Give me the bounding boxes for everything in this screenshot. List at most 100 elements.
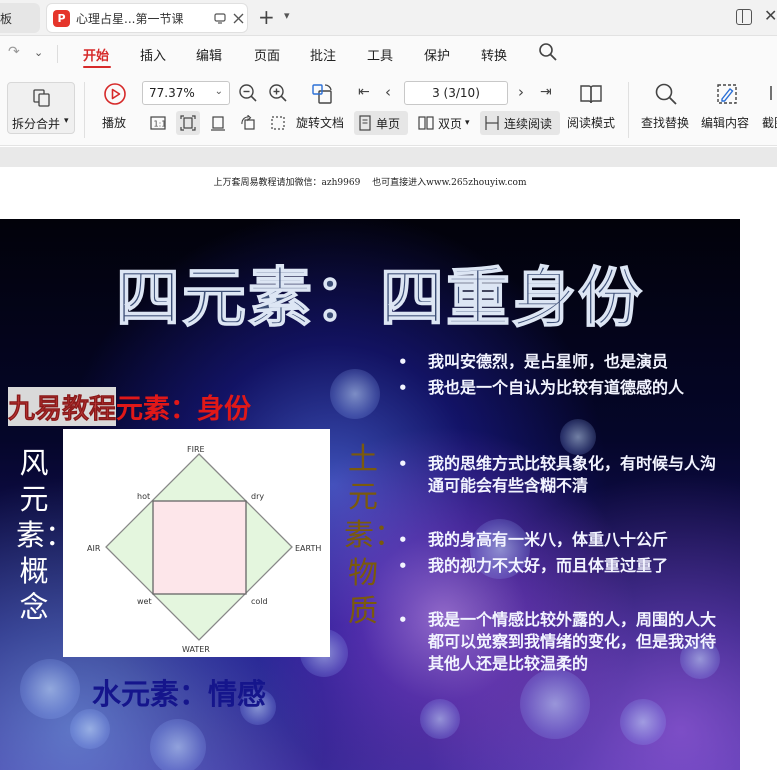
window-close-icon[interactable]: ✕ <box>764 6 777 25</box>
menu-item-page[interactable]: 页面 <box>254 45 280 64</box>
new-tab-plus-icon[interactable]: + <box>258 7 275 27</box>
bokeh-light <box>420 699 460 739</box>
single-page-button[interactable]: 单页 <box>354 111 408 135</box>
document-viewport[interactable]: 上万套周易教程请加微信：azh9969 也可直接进入www.265zhouyiw… <box>0 147 777 770</box>
find-replace-button[interactable]: 查找替换 <box>640 80 692 136</box>
menu-item-tools[interactable]: 工具 <box>367 45 393 64</box>
zoom-in-icon[interactable] <box>268 83 288 103</box>
double-page-chevron-down-icon: ▾ <box>465 118 470 128</box>
actual-size-button[interactable]: 1:1 <box>146 111 170 135</box>
menu-item-protect[interactable]: 保护 <box>424 45 450 64</box>
bullet-item: 我的思维方式比较具象化，有时候与人沟通可能会有些含糊不清 <box>396 453 716 497</box>
screenshot-label: 截图 <box>762 116 777 130</box>
previous-page-icon[interactable]: ‹ <box>385 83 391 101</box>
svg-text:1:1: 1:1 <box>154 120 167 129</box>
edit-content-icon <box>717 84 737 104</box>
four-elements-diagram: FIRE WATER AIR EARTH hot dry wet cold <box>63 429 330 657</box>
select-region-icon <box>271 116 285 130</box>
bullet-item: 我是一个情感比较外露的人，周围的人大都可以觉察到我情绪的变化，但是我对待其他人还… <box>396 609 716 675</box>
scissors-icon <box>770 86 772 100</box>
rotate-page-button[interactable] <box>236 111 260 135</box>
play-icon <box>104 83 126 105</box>
menu-item-annotate[interactable]: 批注 <box>310 45 336 64</box>
menu-divider <box>57 45 58 63</box>
tab-minimize-icon[interactable] <box>211 9 229 27</box>
rotate-icon <box>241 115 255 130</box>
single-page-icon <box>359 115 371 131</box>
single-page-label: 单页 <box>376 116 401 131</box>
menu-bar: ↷ ⌄ 开始 插入 编辑 页面 批注 工具 保护 转换 <box>0 36 777 70</box>
double-page-button[interactable]: 双页 ▾ <box>414 111 478 135</box>
screenshot-button[interactable]: 截图 <box>762 80 777 136</box>
qualities-square <box>152 500 247 595</box>
tab-previous-document[interactable]: 板 <box>0 3 40 33</box>
slide: 四元素：四重身份 九易教程元素：身份 风元素：概念 土元素：物质 水元素：情感 … <box>0 219 740 770</box>
fire-heading-text: 元素：身份 <box>116 394 251 425</box>
air-element-heading: 风元素：概念 <box>16 446 75 624</box>
diagram-label-wet: wet <box>137 597 152 606</box>
fit-width-button[interactable] <box>206 111 230 135</box>
page-number-input[interactable]: 3 (3/10) <box>404 81 508 105</box>
fit-page-icon <box>180 115 196 131</box>
menu-item-edit[interactable]: 编辑 <box>196 45 222 64</box>
diagram-label-hot: hot <box>137 492 150 501</box>
search-icon[interactable] <box>538 42 558 62</box>
continuous-reading-label: 连续阅读 <box>504 116 553 131</box>
document-page: 上万套周易教程请加微信：azh9969 也可直接进入www.265zhouyiw… <box>0 167 777 770</box>
last-page-icon[interactable]: ⇥ <box>540 84 552 100</box>
fire-element-heading: 九易教程元素：身份 <box>8 387 251 426</box>
fit-width-icon <box>211 116 225 131</box>
tab-title: 心理占星...第一节课 <box>76 11 184 26</box>
actual-size-icon: 1:1 <box>150 116 167 130</box>
continuous-reading-icon <box>485 116 499 130</box>
next-page-icon[interactable]: › <box>518 83 524 101</box>
redo-icon[interactable]: ↷ <box>8 44 20 60</box>
fit-page-button[interactable] <box>176 111 200 135</box>
tab-close-icon[interactable] <box>229 9 247 27</box>
bullet-item: 我叫安德烈，是占星师，也是演员 <box>396 351 716 373</box>
new-tab-chevron-down-icon[interactable]: ▾ <box>284 9 290 22</box>
continuous-reading-button[interactable]: 连续阅读 <box>480 111 560 135</box>
quick-access-chevron-down-icon[interactable]: ⌄ <box>34 46 43 59</box>
tab-active-document[interactable]: P 心理占星...第一节课 <box>46 3 248 33</box>
window-layout-icon[interactable] <box>736 9 752 25</box>
select-tool-button[interactable] <box>266 111 290 135</box>
rotate-document-icon <box>312 84 332 104</box>
menu-item-convert[interactable]: 转换 <box>481 45 507 64</box>
bokeh-light <box>520 669 590 739</box>
ribbon-toolbar: 拆分合并 ▾ 播放 77.37% ⌄ 1:1 旋转文档 ⇤ ‹ 3 (3/10)… <box>0 70 777 146</box>
zoom-select[interactable]: 77.37% ⌄ <box>142 81 230 105</box>
watermark-text: 九易教程 <box>8 387 116 426</box>
reading-mode-button[interactable]: 阅读模式 <box>566 80 618 136</box>
book-icon <box>580 85 602 104</box>
split-merge-label: 拆分合并 <box>12 117 61 131</box>
tab-bar: 板 P 心理占星...第一节课 + ▾ ✕ <box>0 0 777 36</box>
split-merge-button[interactable]: 拆分合并 ▾ <box>7 82 75 134</box>
edit-content-label: 编辑内容 <box>701 116 750 130</box>
page-header-note: 上万套周易教程请加微信：azh9969 也可直接进入www.265zhouyiw… <box>213 178 527 188</box>
double-page-label: 双页 <box>438 116 463 131</box>
menu-item-insert[interactable]: 插入 <box>140 45 166 64</box>
slide-title: 四元素：四重身份 <box>115 260 644 337</box>
menu-item-home[interactable]: 开始 <box>83 45 109 64</box>
water-element-heading: 水元素：情感 <box>92 677 267 711</box>
zoom-out-icon[interactable] <box>238 83 258 103</box>
play-label: 播放 <box>102 116 127 130</box>
double-page-icon <box>418 116 434 130</box>
diagram-label-cold: cold <box>251 597 268 606</box>
bokeh-light <box>150 719 206 770</box>
bullet-item: 我的身高有一米八，体重八十公斤 <box>396 529 716 551</box>
diagram-label-fire: FIRE <box>187 445 205 454</box>
diagram-label-water: WATER <box>182 645 210 654</box>
toolbar-divider <box>84 82 85 138</box>
play-button[interactable]: 播放 <box>98 80 132 134</box>
bokeh-light <box>620 699 666 745</box>
pdf-app-icon: P <box>53 9 70 27</box>
bullet-item: 我也是一个自认为比较有道德感的人 <box>396 377 716 399</box>
toolbar-divider <box>628 82 629 138</box>
find-replace-label: 查找替换 <box>641 116 690 130</box>
first-page-icon[interactable]: ⇤ <box>358 84 370 100</box>
edit-content-button[interactable]: 编辑内容 <box>700 80 754 136</box>
rotate-document-button[interactable]: 旋转文档 <box>296 80 348 136</box>
reading-mode-label: 阅读模式 <box>567 116 616 130</box>
